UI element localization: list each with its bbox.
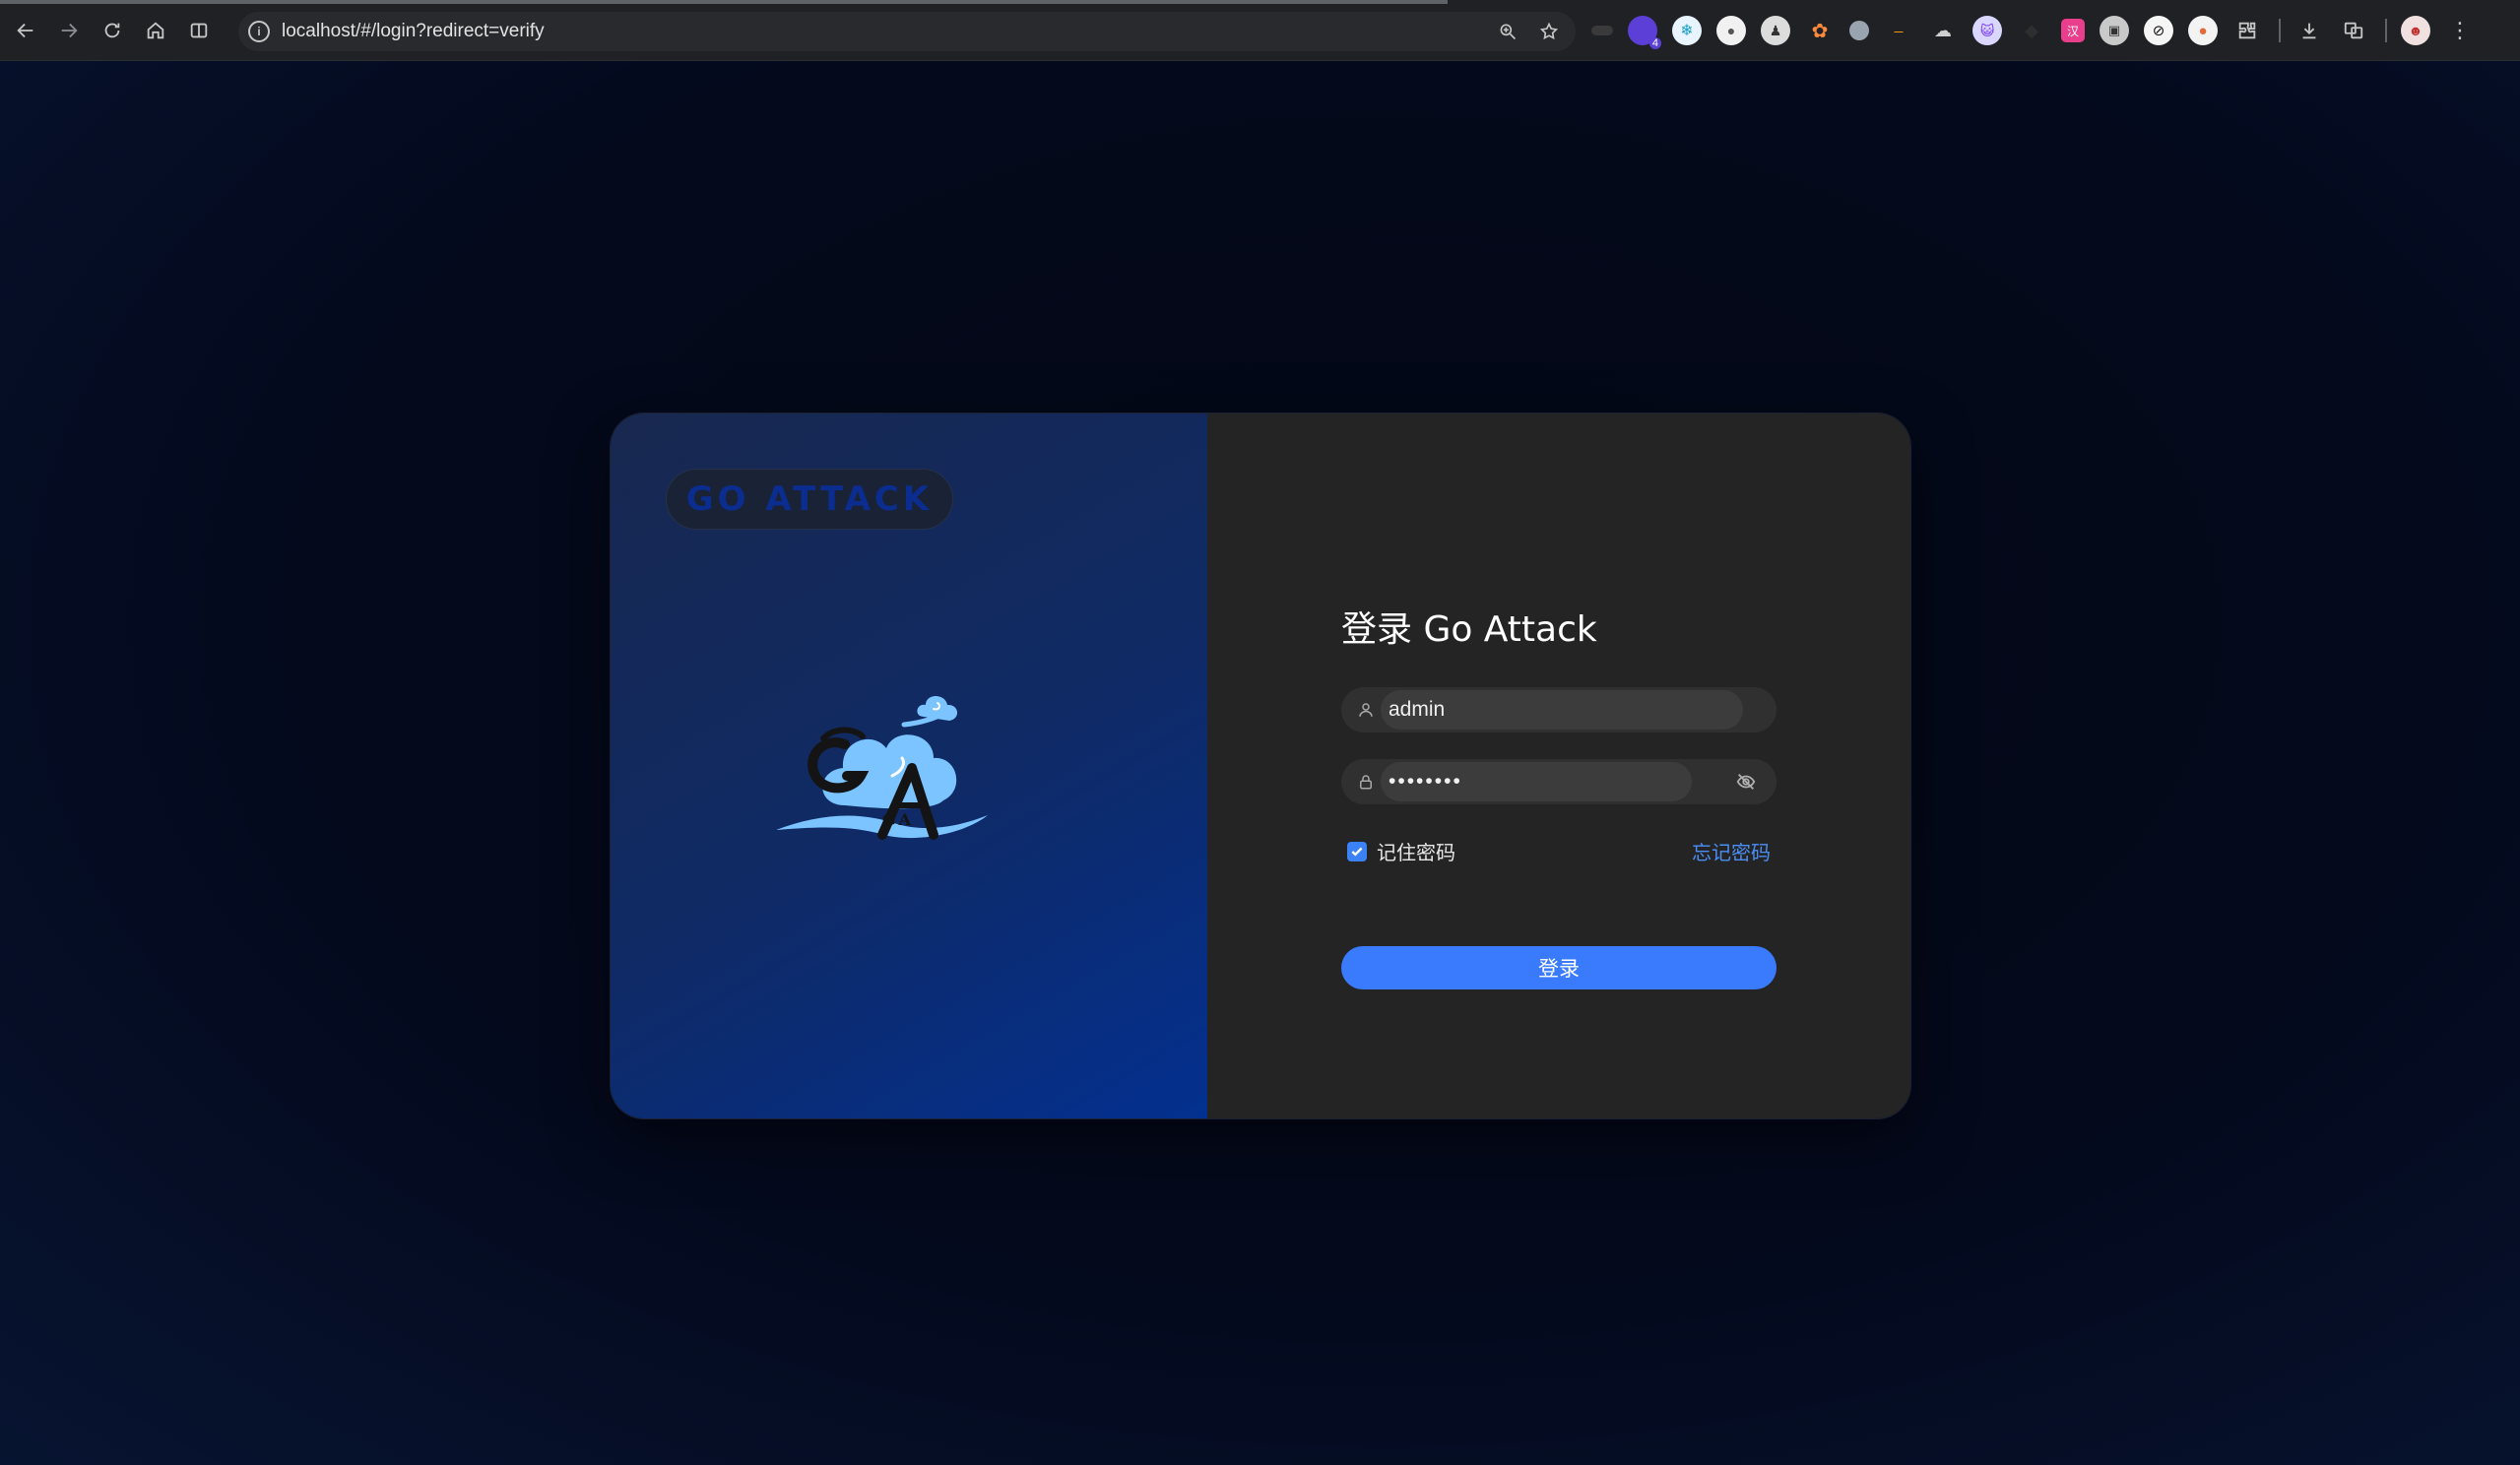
- split-view-icon: [190, 23, 208, 37]
- remember-checkbox[interactable]: [1347, 841, 1367, 861]
- extension-badge: 4: [1648, 37, 1661, 49]
- username-input[interactable]: admin: [1381, 690, 1743, 730]
- back-icon: [17, 23, 33, 37]
- info-icon[interactable]: i: [248, 21, 270, 42]
- url-text[interactable]: localhost/#/login?redirect=verify: [282, 21, 1493, 42]
- forward-icon: [61, 23, 78, 37]
- home-button[interactable]: [138, 13, 173, 48]
- extension-icon[interactable]: ❄: [1672, 16, 1702, 45]
- login-button[interactable]: 登录: [1341, 946, 1777, 989]
- address-bar[interactable]: i localhost/#/login?redirect=verify: [238, 12, 1576, 51]
- extension-icon[interactable]: ☁: [1928, 16, 1958, 45]
- extensions-bar: 4 ❄ ● ♟ ✿ ⎯ ☁ 😺 ◆ 汉 ▣ ⊘ ● ☻ ⋮: [1591, 14, 2489, 49]
- home-icon: [147, 21, 164, 38]
- brand-badge: GO ATTACK: [666, 469, 953, 530]
- split-view-button[interactable]: [181, 13, 217, 48]
- login-card: GO ATTACK GA 登录 Go Attack admin ••••••••…: [611, 414, 1910, 1118]
- password-input[interactable]: ••••••••: [1381, 762, 1692, 801]
- extension-icon[interactable]: 😺: [1972, 16, 2002, 45]
- download-icon[interactable]: [2294, 16, 2324, 45]
- profile-avatar[interactable]: ☻: [2401, 16, 2430, 45]
- forward-button[interactable]: [51, 13, 87, 48]
- brand-panel: GO ATTACK GA: [611, 414, 1207, 1118]
- extension-icon[interactable]: 4: [1628, 16, 1661, 49]
- translate-icon[interactable]: [2339, 16, 2368, 45]
- back-button[interactable]: [8, 13, 43, 48]
- lock-icon: [1341, 773, 1381, 791]
- login-form-panel: 登录 Go Attack admin •••••••• 记住密码 忘记密码 登录: [1207, 414, 1910, 1118]
- extension-icon[interactable]: ⊘: [2144, 16, 2173, 45]
- extension-icon[interactable]: ⎯: [1884, 16, 1913, 45]
- toolbar-divider: [2279, 19, 2281, 42]
- extension-icon[interactable]: ▣: [2100, 16, 2129, 45]
- extension-icon[interactable]: [1591, 26, 1613, 35]
- extension-icon[interactable]: [1849, 21, 1869, 40]
- zoom-icon[interactable]: [1493, 17, 1522, 46]
- toolbar-divider: [2385, 19, 2387, 42]
- star-icon[interactable]: [1534, 17, 1564, 46]
- remember-label: 记住密码: [1377, 843, 1455, 864]
- user-icon: [1341, 701, 1381, 719]
- extension-icon[interactable]: ✿: [1805, 16, 1835, 45]
- extensions-puzzle-icon[interactable]: [2232, 16, 2262, 45]
- go-attack-logo-icon: GA: [776, 696, 988, 840]
- browser-toolbar: i localhost/#/login?redirect=verify 4 ❄ …: [0, 0, 2520, 61]
- password-field[interactable]: ••••••••: [1341, 759, 1777, 804]
- extension-icon[interactable]: ●: [1716, 16, 1746, 45]
- reload-icon: [104, 23, 120, 37]
- page-background: GO ATTACK GA 登录 Go Attack admin ••••••••…: [0, 61, 2520, 1465]
- brand-text: GO ATTACK: [685, 479, 934, 519]
- extension-icon[interactable]: ♟: [1761, 16, 1790, 45]
- menu-icon[interactable]: ⋮: [2445, 16, 2475, 45]
- loading-bar: [0, 0, 1448, 4]
- eye-off-icon[interactable]: [1735, 771, 1757, 793]
- extension-icon[interactable]: 汉: [2061, 19, 2085, 42]
- login-title: 登录 Go Attack: [1341, 609, 1597, 650]
- extension-icon[interactable]: ◆: [2017, 16, 2046, 45]
- extension-icon[interactable]: ●: [2188, 16, 2218, 45]
- username-field[interactable]: admin: [1341, 687, 1777, 732]
- logo-letters: GA: [882, 810, 914, 829]
- check-icon: [1351, 847, 1363, 857]
- reload-button[interactable]: [95, 13, 130, 48]
- remember-password[interactable]: 记住密码: [1347, 837, 1455, 865]
- forgot-password-link[interactable]: 忘记密码: [1692, 837, 1771, 865]
